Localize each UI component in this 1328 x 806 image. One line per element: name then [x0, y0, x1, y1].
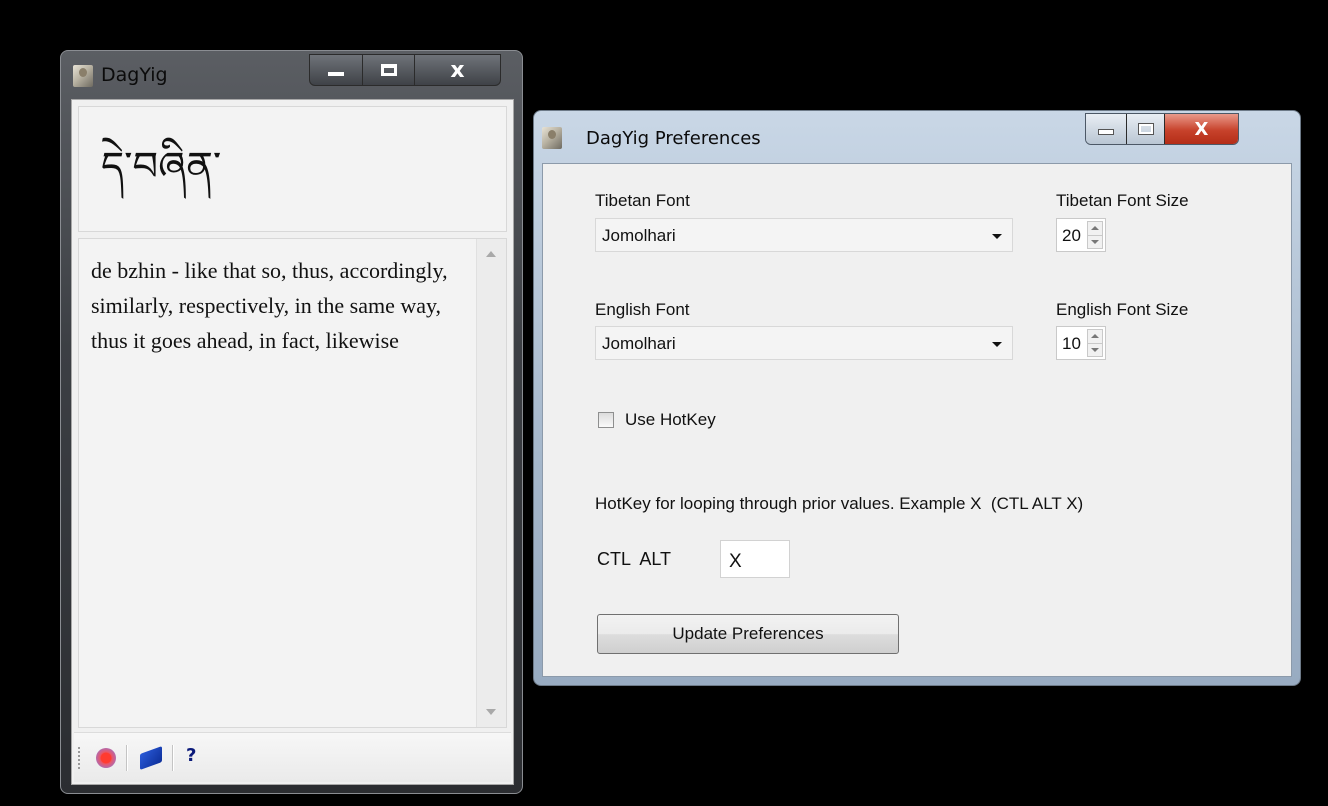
title-bar[interactable]: DagYig Preferences X: [534, 111, 1300, 155]
english-font-size-label: English Font Size: [1056, 300, 1189, 319]
tibetan-term-box[interactable]: དེ་བཞིན་: [78, 106, 507, 232]
toolbar: ?: [74, 732, 511, 782]
use-hotkey-label[interactable]: Use HotKey: [625, 410, 716, 430]
caption-buttons: X: [1085, 113, 1239, 145]
minimize-icon: [1098, 129, 1114, 135]
close-icon: X: [1194, 118, 1209, 140]
scroll-down-icon[interactable]: [486, 709, 496, 715]
close-icon: x: [450, 57, 465, 83]
hotkey-prefix: CTL ALT: [597, 549, 672, 569]
chevron-down-icon[interactable]: [992, 342, 1002, 347]
update-preferences-button[interactable]: Update Preferences: [597, 614, 899, 654]
maximize-icon: [380, 64, 397, 76]
hotkey-hint: HotKey for looping through prior values.…: [595, 494, 1084, 513]
toolbar-grip-icon[interactable]: [78, 747, 80, 769]
tibetan-font-label: Tibetan Font: [595, 191, 690, 210]
tibetan-font-size-label: Tibetan Font Size: [1056, 191, 1189, 210]
use-hotkey-checkbox[interactable]: [598, 412, 614, 428]
close-button[interactable]: X: [1164, 114, 1238, 144]
preferences-client-area: Tibetan Font Jomolhari Tibetan Font Size…: [542, 163, 1292, 677]
hotkey-input[interactable]: X: [720, 540, 790, 578]
record-icon[interactable]: [96, 748, 116, 768]
chevron-down-icon[interactable]: [992, 234, 1002, 239]
app-icon: [542, 127, 562, 149]
title-bar[interactable]: DagYig x: [61, 51, 522, 95]
maximize-button[interactable]: [1126, 114, 1164, 144]
toolbar-separator: [172, 745, 174, 771]
minimize-icon: [328, 72, 344, 76]
dagyig-main-window: DagYig x དེ་བཞིན་ de bzhin - like that s…: [60, 50, 523, 794]
preferences-window: DagYig Preferences X Tibetan Font Jomolh…: [533, 110, 1301, 686]
toolbar-separator: [126, 745, 128, 771]
tibetan-font-select[interactable]: Jomolhari: [595, 218, 1013, 252]
maximize-button[interactable]: [362, 55, 414, 85]
app-icon: [73, 65, 93, 87]
window-title: DagYig: [101, 64, 168, 86]
english-font-value: Jomolhari: [602, 334, 676, 353]
tibetan-font-size-value: 20: [1062, 226, 1081, 245]
definition-box[interactable]: de bzhin - like that so, thus, according…: [78, 238, 507, 728]
window-title: DagYig Preferences: [586, 128, 761, 149]
english-font-label: English Font: [595, 300, 690, 319]
help-icon[interactable]: ?: [186, 745, 196, 766]
definition-scrollbar[interactable]: [476, 239, 506, 727]
caption-buttons: x: [309, 54, 501, 86]
stepper-arrows-icon[interactable]: [1087, 329, 1103, 357]
close-button[interactable]: x: [414, 55, 500, 85]
minimize-button[interactable]: [1086, 114, 1126, 144]
maximize-icon: [1137, 123, 1154, 135]
tibetan-font-value: Jomolhari: [602, 226, 676, 245]
tibetan-font-size-stepper[interactable]: 20: [1056, 218, 1106, 252]
scroll-up-icon[interactable]: [486, 251, 496, 257]
tibetan-term: དེ་བཞིན་: [101, 144, 222, 190]
english-font-size-value: 10: [1062, 334, 1081, 353]
english-font-select[interactable]: Jomolhari: [595, 326, 1013, 360]
book-icon[interactable]: [140, 745, 162, 771]
english-font-size-stepper[interactable]: 10: [1056, 326, 1106, 360]
stepper-arrows-icon[interactable]: [1087, 221, 1103, 249]
minimize-button[interactable]: [310, 55, 362, 85]
definition-text: de bzhin - like that so, thus, according…: [91, 258, 448, 353]
main-client-area: དེ་བཞིན་ de bzhin - like that so, thus, …: [71, 99, 514, 785]
